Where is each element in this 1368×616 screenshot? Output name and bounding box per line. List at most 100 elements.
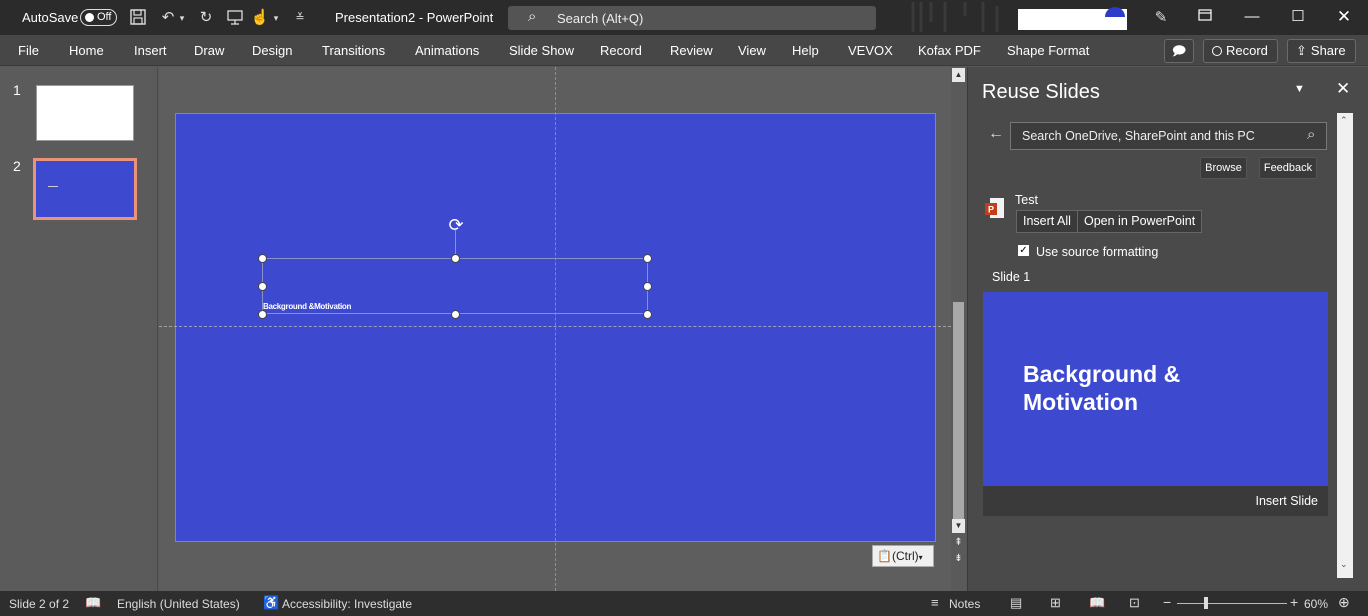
zoom-slider[interactable] (1177, 603, 1287, 604)
pane-options-icon[interactable]: ▼ (1294, 83, 1305, 95)
slide-preview[interactable]: Background & Motivation (983, 292, 1328, 486)
zoom-slider-thumb[interactable] (1204, 597, 1208, 609)
powerpoint-file-icon: P (985, 197, 1005, 221)
close-pane-icon[interactable]: ✕ (1336, 79, 1350, 99)
accessibility-status[interactable]: Accessibility: Investigate (282, 597, 412, 611)
title-bar-pattern (905, 2, 1005, 32)
preview-title-line1: Background & (1023, 361, 1181, 387)
touch-mode-icon[interactable]: ☝ (250, 8, 270, 28)
tab-file[interactable]: File (18, 43, 39, 58)
minimize-icon[interactable]: — (1237, 4, 1267, 30)
share-button[interactable]: ⇪ Share (1287, 39, 1356, 63)
tab-vevox[interactable]: VEVOX (848, 43, 893, 58)
tab-slide-show[interactable]: Slide Show (509, 43, 574, 58)
resize-handle-bottom[interactable] (451, 310, 460, 319)
scroll-up-icon[interactable]: ▲ (952, 68, 965, 82)
vertical-scrollbar[interactable]: ▲ ▼ ⇞ ⇟ (951, 67, 966, 591)
save-icon[interactable] (128, 8, 148, 28)
resize-handle-bottom-right[interactable] (643, 310, 652, 319)
textbox-text[interactable]: Background &Motivation (263, 302, 351, 311)
tab-review[interactable]: Review (670, 43, 713, 58)
tab-animations[interactable]: Animations (415, 43, 479, 58)
feedback-button[interactable]: Feedback (1259, 157, 1317, 179)
back-arrow-icon[interactable]: ← (988, 125, 1004, 143)
redo-icon[interactable]: ↻ (196, 8, 216, 28)
resize-handle-left[interactable] (258, 282, 267, 291)
slideshow-view-icon[interactable]: ⊡ (1129, 595, 1140, 611)
comments-button[interactable]: 🗩 (1164, 39, 1194, 63)
thumbnail-text-mark (48, 186, 58, 187)
tab-help[interactable]: Help (792, 43, 819, 58)
autosave-toggle[interactable]: Off (80, 9, 117, 26)
reuse-search-input[interactable]: Search OneDrive, SharePoint and this PC … (1010, 122, 1327, 150)
search-placeholder: Search (Alt+Q) (557, 11, 644, 26)
undo-dropdown-icon[interactable]: ▾ (176, 8, 188, 28)
close-window-icon[interactable]: ✕ (1329, 4, 1359, 30)
notes-button[interactable]: Notes (949, 597, 980, 611)
tab-view[interactable]: View (738, 43, 766, 58)
notes-icon[interactable]: ≡ (931, 595, 939, 610)
tab-insert[interactable]: Insert (134, 43, 167, 58)
tab-shape-format[interactable]: Shape Format (1007, 43, 1089, 58)
slide-count[interactable]: Slide 2 of 2 (9, 597, 69, 611)
insert-all-button[interactable]: Insert All (1016, 210, 1078, 233)
zoom-out-icon[interactable]: − (1163, 594, 1171, 610)
chevron-down-icon[interactable]: ⌄ (1340, 559, 1348, 570)
search-icon[interactable]: ⌕ (1307, 126, 1315, 143)
reading-view-icon[interactable]: 📖 (1089, 595, 1105, 611)
spelling-check-icon[interactable]: 📖 (85, 595, 101, 611)
slide-thumbnail-2[interactable] (33, 158, 137, 220)
use-source-formatting-checkbox[interactable]: ✓ (1018, 245, 1029, 256)
autosave-state: Off (97, 11, 112, 23)
tab-transitions[interactable]: Transitions (322, 43, 385, 58)
resize-handle-top-right[interactable] (643, 254, 652, 263)
resize-handle-top[interactable] (451, 254, 460, 263)
rotate-handle-icon[interactable]: ⟳ (446, 215, 466, 235)
chevron-up-icon[interactable]: ⌃ (1340, 115, 1348, 126)
language-indicator[interactable]: English (United States) (117, 597, 240, 611)
zoom-level[interactable]: 60% (1304, 597, 1328, 611)
search-box[interactable]: ⌕ Search (Alt+Q) (508, 6, 876, 30)
preview-title-line2: Motivation (1023, 389, 1138, 415)
presentation-icon[interactable] (225, 8, 245, 28)
open-in-powerpoint-button[interactable]: Open in PowerPoint (1077, 210, 1203, 233)
resize-handle-top-left[interactable] (258, 254, 267, 263)
scroll-thumb[interactable] (953, 302, 964, 519)
svg-text:P: P (988, 205, 994, 215)
share-icon: ⇪ (1296, 43, 1307, 58)
undo-icon[interactable]: ↶ (158, 8, 178, 28)
accessibility-icon[interactable]: ♿ (263, 595, 279, 611)
slide-label: Slide 1 (992, 270, 1031, 284)
resize-handle-right[interactable] (643, 282, 652, 291)
fit-to-window-icon[interactable]: ⊕ (1338, 594, 1350, 611)
use-source-formatting-label: Use source formatting (1036, 245, 1159, 259)
resize-handle-bottom-left[interactable] (258, 310, 267, 319)
slide-sorter-icon[interactable]: ⊞ (1050, 595, 1061, 611)
designer-pen-icon[interactable]: ✎ (1151, 8, 1171, 28)
next-slide-icon[interactable]: ⇟ (952, 553, 965, 567)
tab-kofax-pdf[interactable]: Kofax PDF (918, 43, 981, 58)
chevron-down-icon: ▾ (918, 553, 923, 562)
pane-scrollbar[interactable]: ⌃ ⌄ (1337, 113, 1353, 578)
maximize-icon[interactable]: ☐ (1283, 4, 1313, 30)
tab-record[interactable]: Record (600, 43, 642, 58)
normal-view-icon[interactable]: ▤ (1010, 595, 1022, 611)
insert-slide-button[interactable]: Insert Slide (1255, 494, 1318, 508)
customize-toolbar-icon[interactable]: ≚ (290, 8, 310, 28)
tab-design[interactable]: Design (252, 43, 292, 58)
title-bar: AutoSave Off ↶ ▾ ↻ ☝ ▾ ≚ Presentation2 -… (0, 0, 1368, 35)
paste-options-button[interactable]: 📋(Ctrl)▾ (872, 545, 934, 567)
reuse-search-placeholder: Search OneDrive, SharePoint and this PC (1022, 129, 1255, 143)
ribbon-display-icon[interactable] (1190, 4, 1220, 30)
slide-thumbnail-1[interactable] (36, 85, 134, 141)
previous-slide-icon[interactable]: ⇞ (952, 537, 965, 551)
browse-button[interactable]: Browse (1200, 157, 1247, 179)
scroll-down-icon[interactable]: ▼ (952, 519, 965, 533)
record-button[interactable]: Record (1203, 39, 1278, 63)
tab-draw[interactable]: Draw (194, 43, 224, 58)
zoom-in-icon[interactable]: + (1290, 594, 1298, 610)
tab-home[interactable]: Home (69, 43, 104, 58)
search-icon: ⌕ (528, 8, 537, 25)
touch-dropdown-icon[interactable]: ▾ (270, 8, 282, 28)
slide-thumbnail-pane: 1 2 (0, 67, 158, 591)
